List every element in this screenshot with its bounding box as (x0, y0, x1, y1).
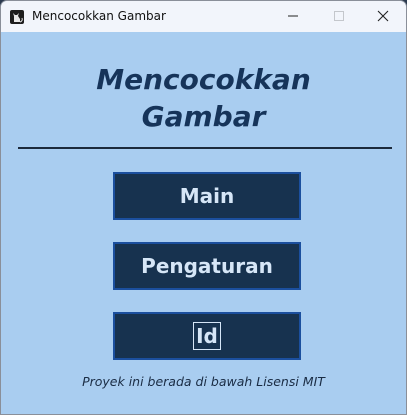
main-panel: Mencocokkan Gambar Main Pengaturan Id Pr… (1, 32, 406, 414)
app-window: Mencocokkan Gambar Mencocokkan Gambar Ma… (0, 0, 407, 415)
license-text: Proyek ini berada di bawah Lisensi MIT (82, 374, 325, 389)
close-icon (377, 7, 389, 26)
settings-button-label: Pengaturan (141, 254, 273, 278)
title-bar[interactable]: Mencocokkan Gambar (1, 1, 406, 32)
minimize-icon (287, 7, 299, 26)
page-title: Mencocokkan Gambar (1, 61, 406, 135)
cat-icon (10, 9, 24, 24)
page-title-line1: Mencocokkan (96, 63, 311, 96)
maximize-icon (333, 7, 345, 26)
window-title: Mencocokkan Gambar (32, 9, 166, 23)
close-button[interactable] (360, 1, 406, 32)
page-title-line2: Gambar (141, 100, 266, 133)
language-button[interactable]: Id (113, 312, 301, 360)
play-button-label: Main (179, 184, 235, 208)
language-button-label: Id (193, 322, 221, 350)
play-button[interactable]: Main (113, 172, 301, 220)
maximize-button (316, 1, 362, 32)
title-divider (18, 147, 392, 149)
settings-button[interactable]: Pengaturan (113, 242, 301, 290)
minimize-button[interactable] (270, 1, 316, 32)
